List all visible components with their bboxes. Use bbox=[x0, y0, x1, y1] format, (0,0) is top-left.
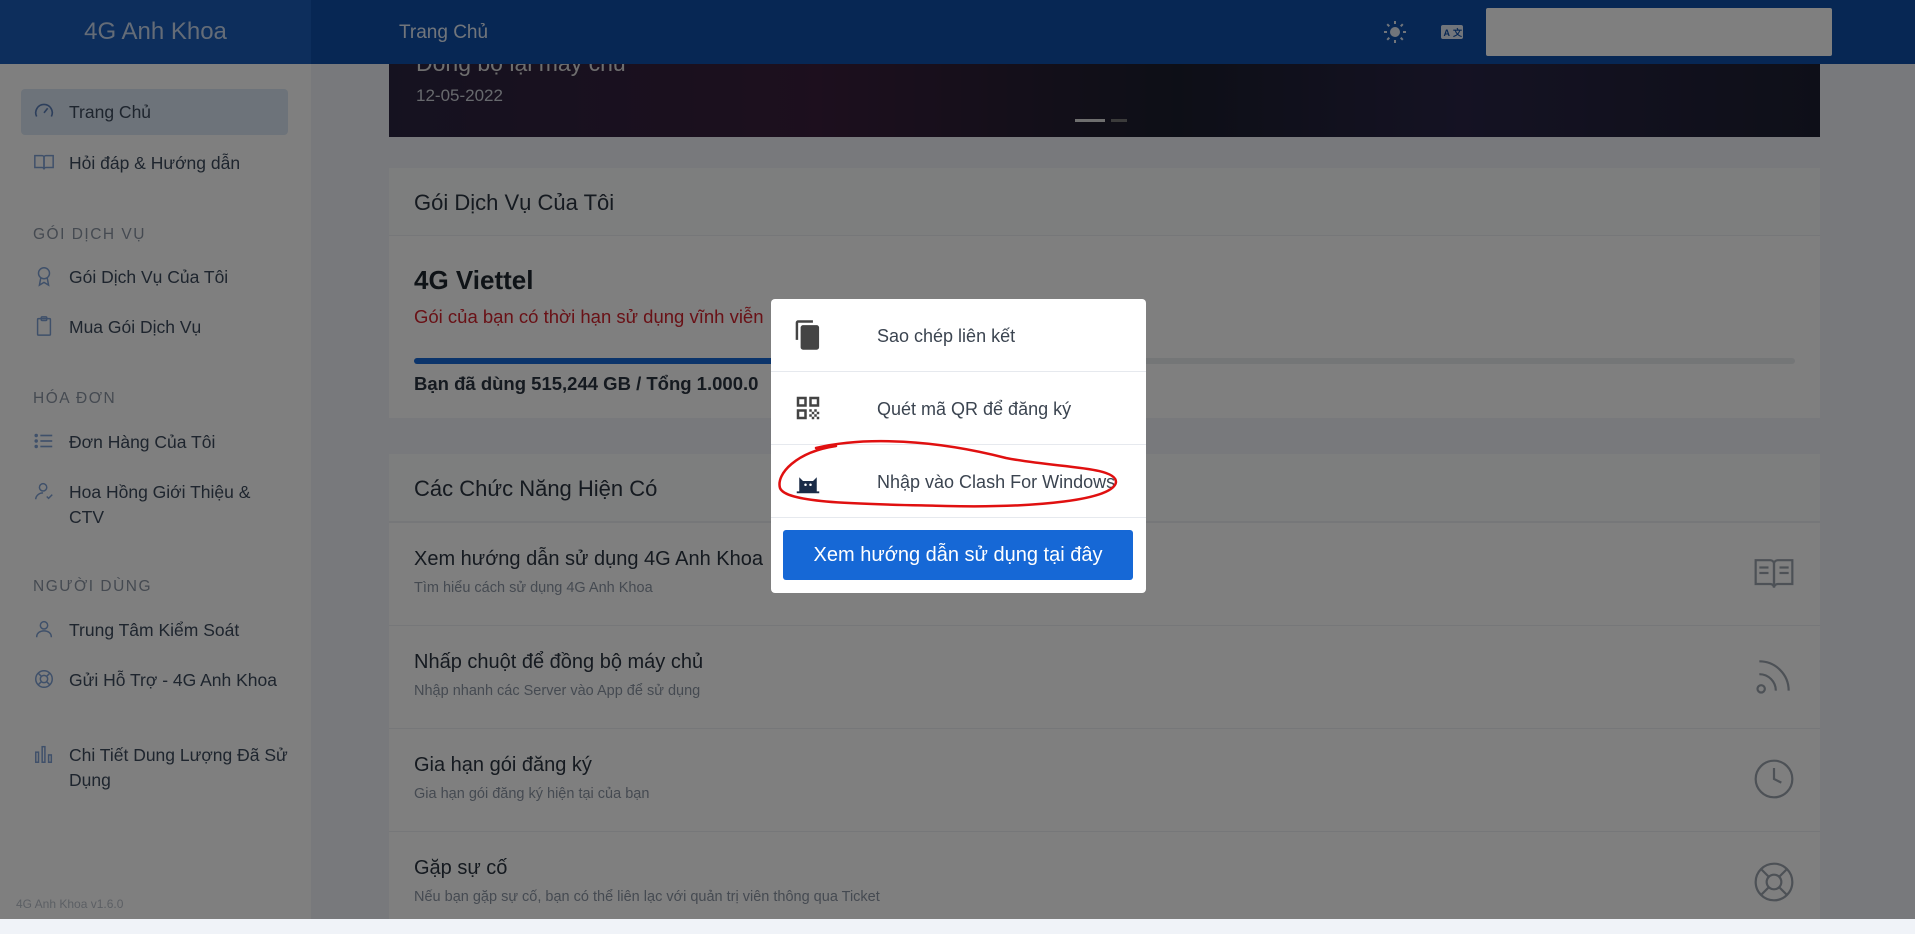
view-guide-button[interactable]: Xem hướng dẫn sử dụng tại đây bbox=[783, 530, 1133, 580]
copy-icon bbox=[793, 319, 823, 351]
copy-link-option[interactable]: Sao chép liên kết bbox=[771, 299, 1146, 372]
clash-cat-icon bbox=[793, 465, 823, 497]
subscribe-options-modal: Sao chép liên kết Quét mã QR để đăng ký … bbox=[771, 299, 1146, 593]
option-label: Sao chép liên kết bbox=[877, 326, 1016, 346]
option-label: Quét mã QR để đăng ký bbox=[877, 399, 1072, 419]
qrcode-icon bbox=[793, 392, 823, 424]
qr-code-option[interactable]: Quét mã QR để đăng ký bbox=[771, 372, 1146, 445]
option-label: Nhập vào Clash For Windows bbox=[877, 472, 1116, 492]
clash-import-option[interactable]: Nhập vào Clash For Windows bbox=[771, 445, 1146, 518]
